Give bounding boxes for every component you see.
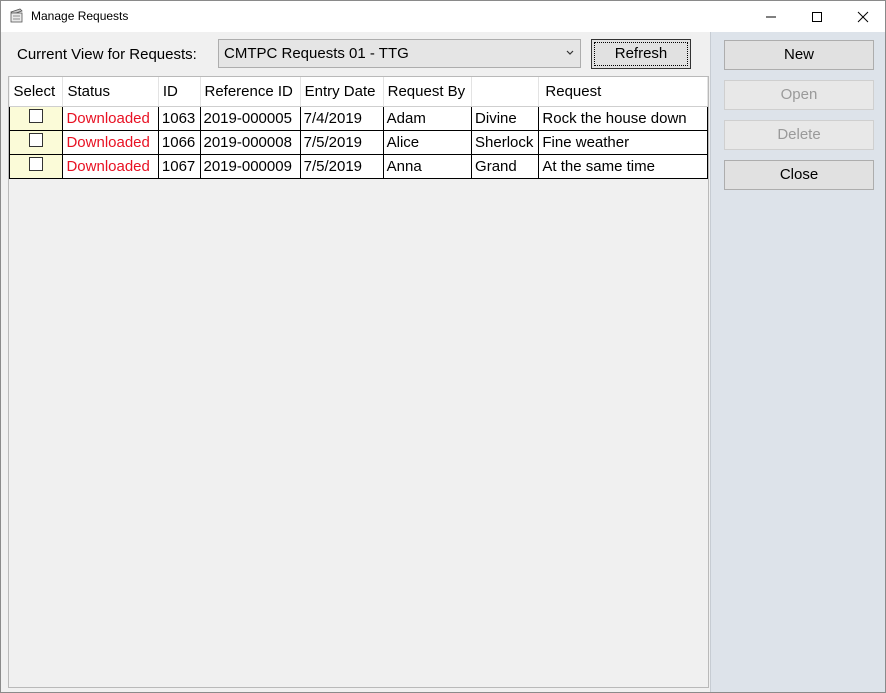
select-cell[interactable] <box>8 130 64 155</box>
id-cell: 1067 <box>157 154 201 179</box>
window-title: Manage Requests <box>31 9 129 23</box>
select-checkbox[interactable] <box>29 157 44 172</box>
open-button[interactable]: Open <box>724 80 874 110</box>
reference-id-cell: 2019-000009 <box>199 154 301 179</box>
manage-requests-window: Manage Requests Current View for Request… <box>0 0 886 693</box>
request-cell: Rock the house down <box>538 106 708 131</box>
entry-date-cell: 7/4/2019 <box>299 106 384 131</box>
last-name-cell: Grand <box>471 154 540 179</box>
id-cell: 1063 <box>157 106 201 131</box>
select-checkbox[interactable] <box>29 133 44 148</box>
column-header-last-name[interactable] <box>471 77 540 107</box>
view-label: Current View for Requests: <box>17 46 197 63</box>
select-cell[interactable] <box>8 106 64 131</box>
last-name-cell: Divine <box>471 106 540 131</box>
column-header-entry-date[interactable]: Entry Date <box>300 77 384 107</box>
last-name-cell: Sherlock <box>471 130 540 155</box>
request-by-cell: Alice <box>382 130 473 155</box>
main-area: Current View for Requests: CMTPC Request… <box>1 32 710 692</box>
view-select-value: CMTPC Requests 01 - TTG <box>224 45 409 62</box>
header-row: Select Status ID Reference ID Entry Date… <box>9 77 708 107</box>
entry-date-cell: 7/5/2019 <box>299 154 384 179</box>
minimize-button[interactable] <box>748 1 794 32</box>
delete-button[interactable]: Delete <box>724 120 874 150</box>
request-by-cell: Adam <box>382 106 473 131</box>
column-header-status[interactable]: Status <box>62 77 159 107</box>
close-icon <box>857 11 869 23</box>
table-row[interactable]: Downloaded 1066 2019-000008 7/5/2019 Ali… <box>8 130 708 155</box>
status-cell: Downloaded <box>62 106 159 131</box>
view-select[interactable]: CMTPC Requests 01 - TTG <box>218 39 581 68</box>
status-cell: Downloaded <box>62 154 159 179</box>
chevron-down-icon <box>566 50 574 55</box>
requests-grid[interactable]: Select Status ID Reference ID Entry Date… <box>8 76 709 688</box>
column-header-select[interactable]: Select <box>9 77 64 107</box>
close-window-button[interactable] <box>840 1 885 32</box>
table-row[interactable]: Downloaded 1067 2019-000009 7/5/2019 Ann… <box>8 154 708 179</box>
requests-table: Select Status ID Reference ID Entry Date… <box>8 77 708 179</box>
select-checkbox[interactable] <box>29 109 44 124</box>
request-by-cell: Anna <box>382 154 473 179</box>
id-cell: 1066 <box>157 130 201 155</box>
column-header-reference-id[interactable]: Reference ID <box>200 77 301 107</box>
entry-date-cell: 7/5/2019 <box>299 130 384 155</box>
table-row[interactable]: Downloaded 1063 2019-000005 7/4/2019 Ada… <box>8 106 708 131</box>
maximize-icon <box>812 12 822 22</box>
refresh-button[interactable]: Refresh <box>591 39 691 69</box>
reference-id-cell: 2019-000008 <box>199 130 301 155</box>
select-cell[interactable] <box>8 154 64 179</box>
column-header-id[interactable]: ID <box>158 77 201 107</box>
column-header-request-by[interactable]: Request By <box>383 77 473 107</box>
request-cell: At the same time <box>538 154 708 179</box>
close-button[interactable]: Close <box>724 160 874 190</box>
column-header-request[interactable]: Request <box>538 77 708 107</box>
reference-id-cell: 2019-000005 <box>199 106 301 131</box>
request-cell: Fine weather <box>538 130 708 155</box>
maximize-button[interactable] <box>794 1 840 32</box>
title-bar[interactable]: Manage Requests <box>1 1 885 32</box>
minimize-icon <box>766 16 776 18</box>
new-button[interactable]: New <box>724 40 874 70</box>
actions-panel: New Open Delete Close <box>710 32 885 692</box>
status-cell: Downloaded <box>62 130 159 155</box>
app-icon <box>9 8 25 24</box>
